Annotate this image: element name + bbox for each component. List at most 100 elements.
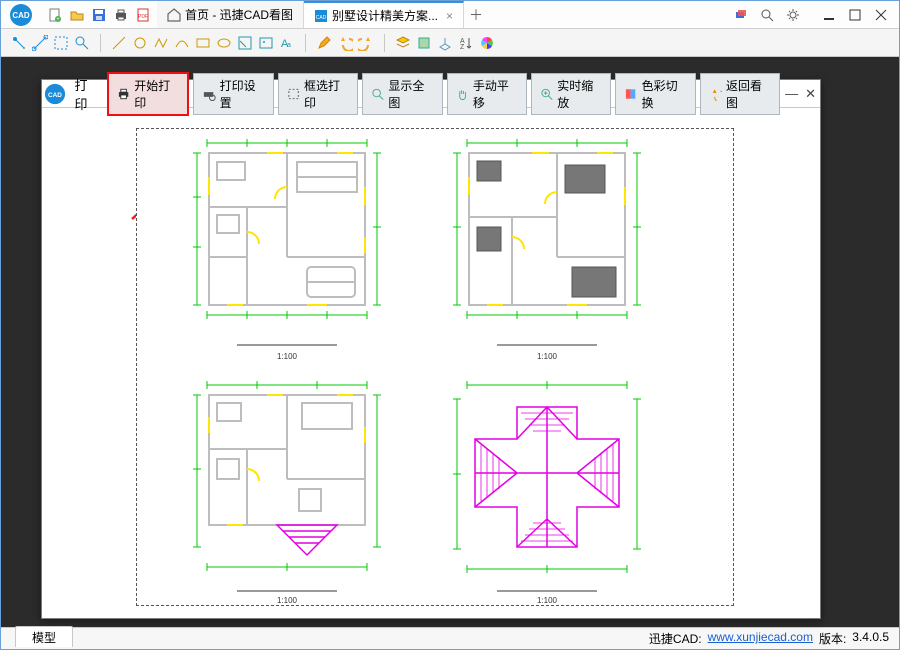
app-logo-icon: CAD xyxy=(5,2,37,28)
dim3d-icon[interactable] xyxy=(435,33,455,53)
drawing-bottom-left: 1:100 xyxy=(187,379,387,609)
status-bar: 模型 迅捷CAD: www.xunjiecad.com 版本: 3.4.0.5 xyxy=(1,627,899,649)
svg-text:CAD: CAD xyxy=(12,11,30,20)
open-file-icon[interactable] xyxy=(69,7,85,23)
tool-pick-icon[interactable] xyxy=(9,33,29,53)
button-label: 框选打印 xyxy=(304,77,349,111)
home-icon xyxy=(167,8,181,22)
button-label: 手动平移 xyxy=(473,77,518,111)
svg-text:PDF: PDF xyxy=(138,14,148,20)
tool-zoom-icon[interactable] xyxy=(72,33,92,53)
version-value: 3.4.0.5 xyxy=(852,630,889,647)
panel-minimize-button[interactable]: — xyxy=(782,86,801,101)
svg-text:CAD: CAD xyxy=(316,15,327,21)
back-to-view-button[interactable]: 返回看图 xyxy=(700,73,780,115)
svg-text:a: a xyxy=(287,42,291,49)
scale-label: 1:100 xyxy=(537,596,558,605)
draw-rect-icon[interactable] xyxy=(193,33,213,53)
draw-arc-icon[interactable] xyxy=(172,33,192,53)
website-link[interactable]: www.xunjiecad.com xyxy=(708,630,813,647)
print-panel-title: 打印 xyxy=(68,75,105,113)
save-icon[interactable] xyxy=(91,7,107,23)
color-wheel-icon[interactable] xyxy=(477,33,497,53)
panel-close-button[interactable]: ✕ xyxy=(801,86,820,102)
tab-label: 别墅设计精美方案... xyxy=(332,7,438,24)
brand-label: 迅捷CAD: xyxy=(649,630,702,647)
block-icon[interactable] xyxy=(414,33,434,53)
drawing-top-left: 1:100 xyxy=(187,137,387,367)
title-bar: CAD + PDF 首页 - 迅捷CAD看图 CAD 别墅设计精美方案... ×… xyxy=(1,1,899,29)
back-icon xyxy=(709,87,722,101)
button-label: 打印设置 xyxy=(220,77,265,111)
color-toggle-icon xyxy=(624,87,637,101)
draw-hatch-icon[interactable] xyxy=(235,33,255,53)
button-label: 色彩切换 xyxy=(642,77,687,111)
pan-button[interactable]: 手动平移 xyxy=(447,73,527,115)
tab-label: 首页 - 迅捷CAD看图 xyxy=(185,6,293,23)
undo-icon[interactable] xyxy=(335,33,355,53)
redo-icon[interactable] xyxy=(356,33,376,53)
sort-icon[interactable]: AZ xyxy=(456,33,476,53)
print-panel-logo-icon: CAD xyxy=(42,80,68,108)
window-controls xyxy=(811,7,899,23)
draw-image-icon[interactable] xyxy=(256,33,276,53)
edit-icon[interactable] xyxy=(314,33,334,53)
drawing-bottom-right: 1:100 xyxy=(447,379,647,609)
drawing-top-right: 1:100 xyxy=(447,137,647,367)
gear-icon[interactable] xyxy=(785,7,801,23)
button-label: 实时缩放 xyxy=(557,77,602,111)
quick-access-toolbar: + PDF xyxy=(41,7,157,23)
model-tab[interactable]: 模型 xyxy=(15,626,73,647)
model-tab-label: 模型 xyxy=(32,629,56,646)
button-label: 显示全图 xyxy=(388,77,433,111)
layers-icon[interactable] xyxy=(733,7,749,23)
box-select-icon xyxy=(287,87,300,101)
print-paper[interactable]: 1:100 xyxy=(136,128,734,606)
svg-text:+: + xyxy=(56,17,60,22)
draw-circle-icon[interactable] xyxy=(130,33,150,53)
svg-text:CAD: CAD xyxy=(48,91,62,98)
zoom-icon xyxy=(540,87,553,101)
print-toolbar: CAD 打印 开始打印 打印设置 框选打印 显示全图 手动平移 xyxy=(42,80,820,108)
draw-polyline-icon[interactable] xyxy=(151,33,171,53)
draw-ellipse-icon[interactable] xyxy=(214,33,234,53)
box-select-print-button[interactable]: 框选打印 xyxy=(278,73,358,115)
start-print-button[interactable]: 开始打印 xyxy=(107,72,189,116)
draw-text-icon[interactable]: Aa xyxy=(277,33,297,53)
close-tab-icon[interactable]: × xyxy=(446,9,453,23)
tool-window-icon[interactable] xyxy=(51,33,71,53)
button-label: 开始打印 xyxy=(134,77,179,111)
scale-label: 1:100 xyxy=(277,596,298,605)
layer-icon[interactable] xyxy=(393,33,413,53)
show-all-button[interactable]: 显示全图 xyxy=(362,73,442,115)
print-icon[interactable] xyxy=(113,7,129,23)
scale-label: 1:100 xyxy=(537,352,558,361)
print-preview-panel: CAD 打印 开始打印 打印设置 框选打印 显示全图 手动平移 xyxy=(41,79,821,619)
pan-hand-icon xyxy=(456,87,469,101)
magnifier-icon[interactable] xyxy=(759,7,775,23)
tab-document[interactable]: CAD 别墅设计精美方案... × xyxy=(304,1,464,28)
button-label: 返回看图 xyxy=(726,77,771,111)
document-tabs: 首页 - 迅捷CAD看图 CAD 别墅设计精美方案... × ＋ xyxy=(157,1,488,28)
color-toggle-button[interactable]: 色彩切换 xyxy=(615,73,695,115)
close-button[interactable] xyxy=(873,7,889,23)
minimize-button[interactable] xyxy=(821,7,837,23)
printer-gear-icon xyxy=(202,87,215,101)
scale-label: 1:100 xyxy=(277,352,298,361)
svg-text:Z: Z xyxy=(460,44,465,51)
realtime-zoom-button[interactable]: 实时缩放 xyxy=(531,73,611,115)
cad-file-icon: CAD xyxy=(314,9,328,23)
draw-line-icon[interactable] xyxy=(109,33,129,53)
print-settings-button[interactable]: 打印设置 xyxy=(193,73,273,115)
tool-measure-icon[interactable] xyxy=(30,33,50,53)
printer-icon xyxy=(117,87,130,101)
version-label: 版本: xyxy=(819,630,846,647)
new-file-icon[interactable]: + xyxy=(47,7,63,23)
main-toolbar: Aa AZ xyxy=(1,29,899,57)
zoom-extents-icon xyxy=(371,87,384,101)
maximize-button[interactable] xyxy=(847,7,863,23)
pdf-icon[interactable]: PDF xyxy=(135,7,151,23)
tab-home[interactable]: 首页 - 迅捷CAD看图 xyxy=(157,1,304,28)
new-tab-button[interactable]: ＋ xyxy=(464,1,488,28)
window-extra-controls xyxy=(723,7,811,23)
